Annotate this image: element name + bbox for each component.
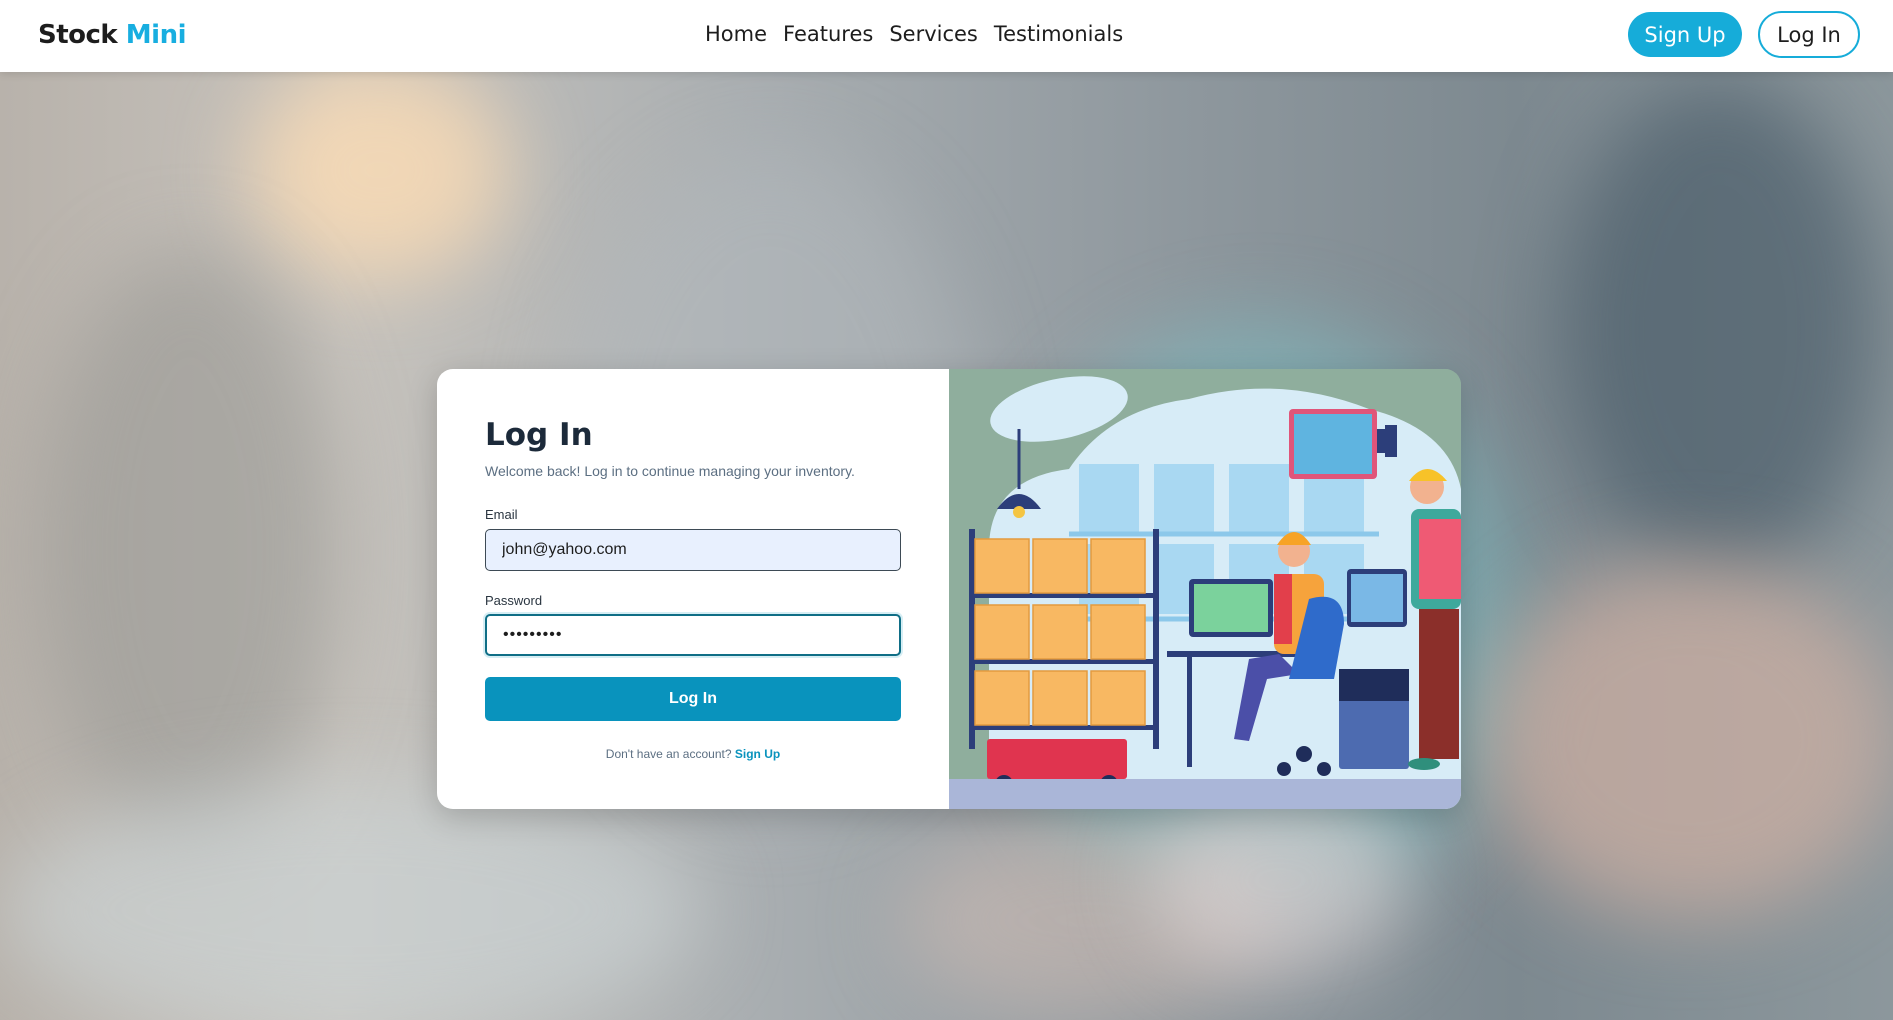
login-title: Log In: [485, 417, 593, 453]
email-label: Email: [485, 507, 518, 522]
signup-prompt-text: Don't have an account?: [605, 747, 732, 761]
nav-link-testimonials[interactable]: Testimonials: [994, 22, 1123, 46]
top-navbar: Stock Mini Home Features Services Testim…: [0, 0, 1893, 72]
nav-login-button[interactable]: Log In: [1758, 11, 1860, 58]
login-subtitle: Welcome back! Log in to continue managin…: [485, 463, 855, 479]
login-form-pane: Log In Welcome back! Log in to continue …: [437, 369, 949, 809]
password-label: Password: [485, 593, 543, 608]
illustration-svg: [949, 369, 1461, 809]
brand-name: Stock: [38, 20, 118, 50]
nav-links: Home Features Services Testimonials: [705, 22, 1123, 46]
warehouse-workers-illustration: [949, 369, 1461, 809]
brand-accent: Mini: [125, 20, 187, 50]
nav-link-home[interactable]: Home: [705, 22, 767, 46]
brand-logo[interactable]: Stock Mini: [38, 20, 187, 50]
signup-link[interactable]: Sign Up: [735, 747, 780, 761]
signup-prompt: Don't have an account? Sign Up: [437, 747, 949, 761]
login-submit-button[interactable]: Log In: [485, 677, 901, 721]
password-field[interactable]: [485, 614, 901, 656]
nav-signup-button[interactable]: Sign Up: [1628, 12, 1742, 57]
nav-link-features[interactable]: Features: [783, 22, 873, 46]
email-field[interactable]: [485, 529, 901, 571]
login-card: Log In Welcome back! Log in to continue …: [437, 369, 1461, 809]
nav-link-services[interactable]: Services: [889, 22, 978, 46]
